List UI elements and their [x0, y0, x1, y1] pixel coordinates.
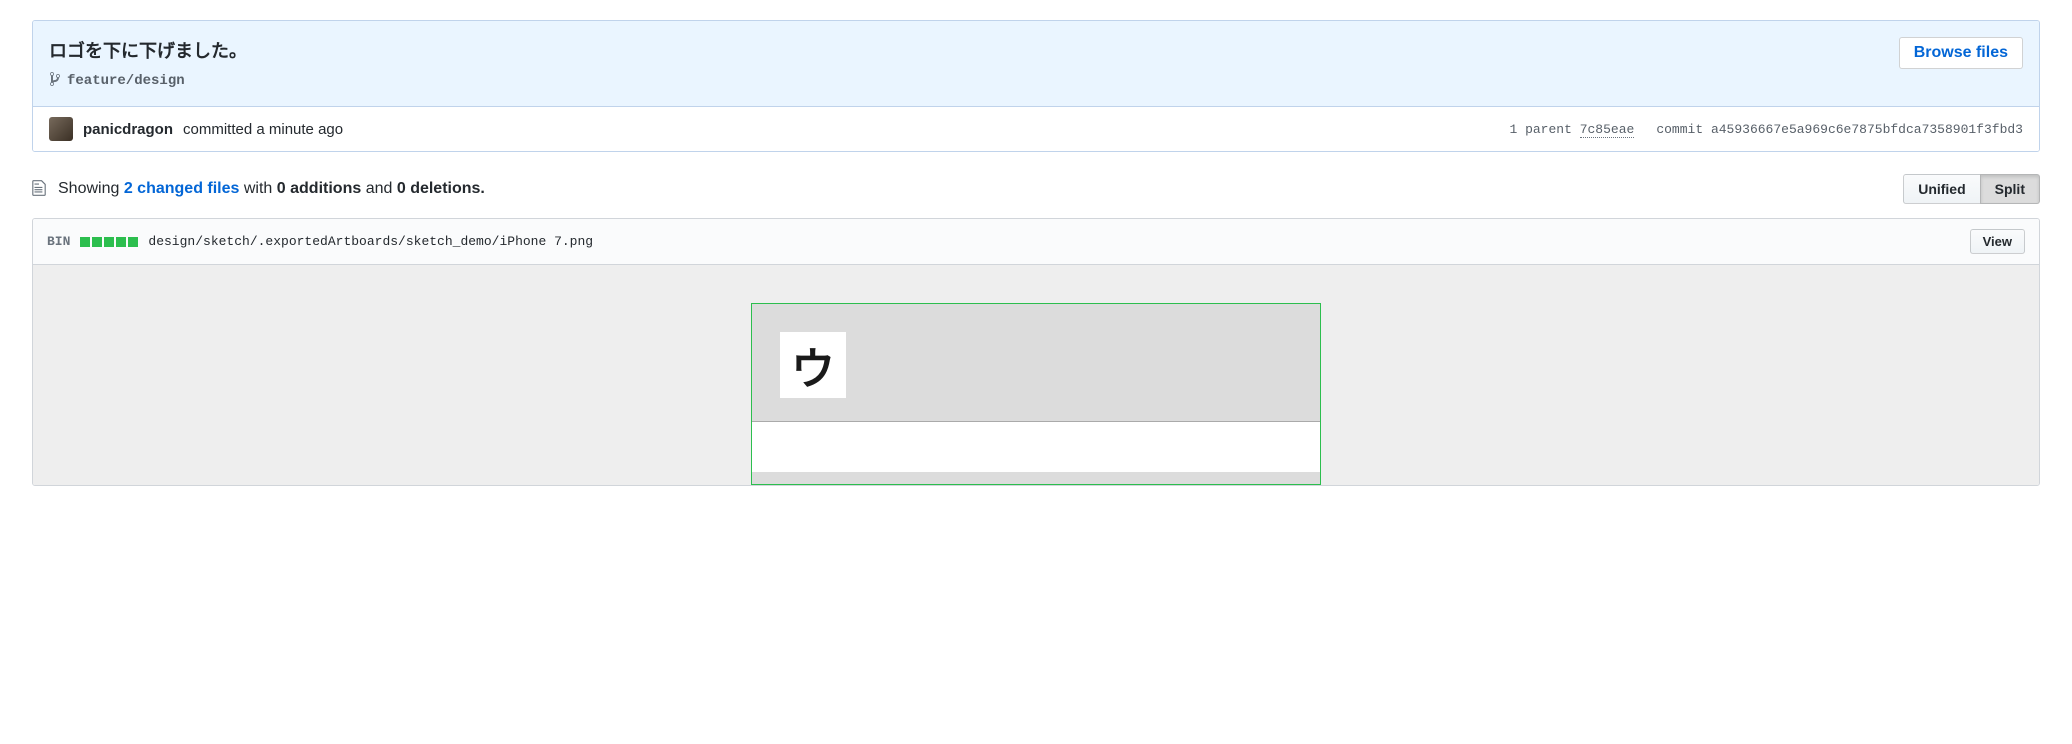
unified-button[interactable]: Unified: [1903, 174, 1980, 204]
diffstat-text: Showing 2 changed files with 0 additions…: [58, 180, 485, 198]
commit-sha: a45936667e5a969c6e7875bfdca7358901f3fbd3: [1711, 122, 2023, 137]
logo-tile: ウ: [780, 332, 846, 398]
author-section: panicdragon committed a minute ago: [49, 117, 343, 141]
commit-label: commit: [1656, 122, 1703, 137]
file-info: BIN design/sketch/.exportedArtboards/ske…: [47, 234, 593, 249]
file-path[interactable]: design/sketch/.exportedArtboards/sketch_…: [148, 234, 593, 249]
additions-count: 0 additions: [277, 180, 361, 197]
commit-block: commit a45936667e5a969c6e7875bfdca735890…: [1656, 122, 2023, 137]
image-preview-body: [752, 422, 1320, 472]
and-label: and: [366, 180, 393, 197]
parent-label: 1 parent: [1509, 122, 1571, 137]
file-header: BIN design/sketch/.exportedArtboards/ske…: [33, 219, 2039, 265]
browse-files-button[interactable]: Browse files: [1899, 37, 2023, 69]
commit-header: ロゴを下に下げました。 feature/design Browse files: [33, 21, 2039, 106]
split-button[interactable]: Split: [1980, 174, 2040, 204]
image-preview-header: ウ: [752, 304, 1320, 422]
view-file-button[interactable]: View: [1970, 229, 2025, 254]
diffstat-bar: Showing 2 changed files with 0 additions…: [32, 174, 2040, 204]
file-diff-box: BIN design/sketch/.exportedArtboards/ske…: [32, 218, 2040, 486]
commit-time: committed a minute ago: [183, 121, 343, 138]
file-diff-icon: [32, 179, 48, 199]
file-content-preview: ウ: [33, 265, 2039, 485]
diffstat-summary: Showing 2 changed files with 0 additions…: [32, 179, 485, 199]
showing-label: Showing: [58, 180, 119, 197]
diff-view-toggle: Unified Split: [1903, 174, 2040, 204]
deletions-count: 0 deletions.: [397, 180, 485, 197]
parent-sha[interactable]: 7c85eae: [1580, 122, 1635, 138]
diff-squares-icon: [80, 237, 138, 247]
bin-label: BIN: [47, 234, 70, 249]
branch-row: feature/design: [49, 71, 247, 90]
image-preview-frame: ウ: [751, 303, 1321, 485]
changed-files-link[interactable]: 2 changed files: [124, 180, 240, 197]
commit-meta-row: panicdragon committed a minute ago 1 par…: [33, 106, 2039, 151]
commit-refs: 1 parent 7c85eae commit a45936667e5a969c…: [1509, 122, 2023, 137]
branch-name[interactable]: feature/design: [67, 73, 185, 89]
parent-block: 1 parent 7c85eae: [1509, 122, 1634, 137]
branch-icon: [49, 71, 61, 90]
commit-container: ロゴを下に下げました。 feature/design Browse files …: [32, 20, 2040, 152]
author-name[interactable]: panicdragon: [83, 121, 173, 138]
commit-title: ロゴを下に下げました。: [49, 37, 247, 63]
avatar[interactable]: [49, 117, 73, 141]
commit-header-left: ロゴを下に下げました。 feature/design: [49, 37, 247, 90]
with-label: with: [244, 180, 272, 197]
logo-glyph: ウ: [791, 333, 835, 397]
